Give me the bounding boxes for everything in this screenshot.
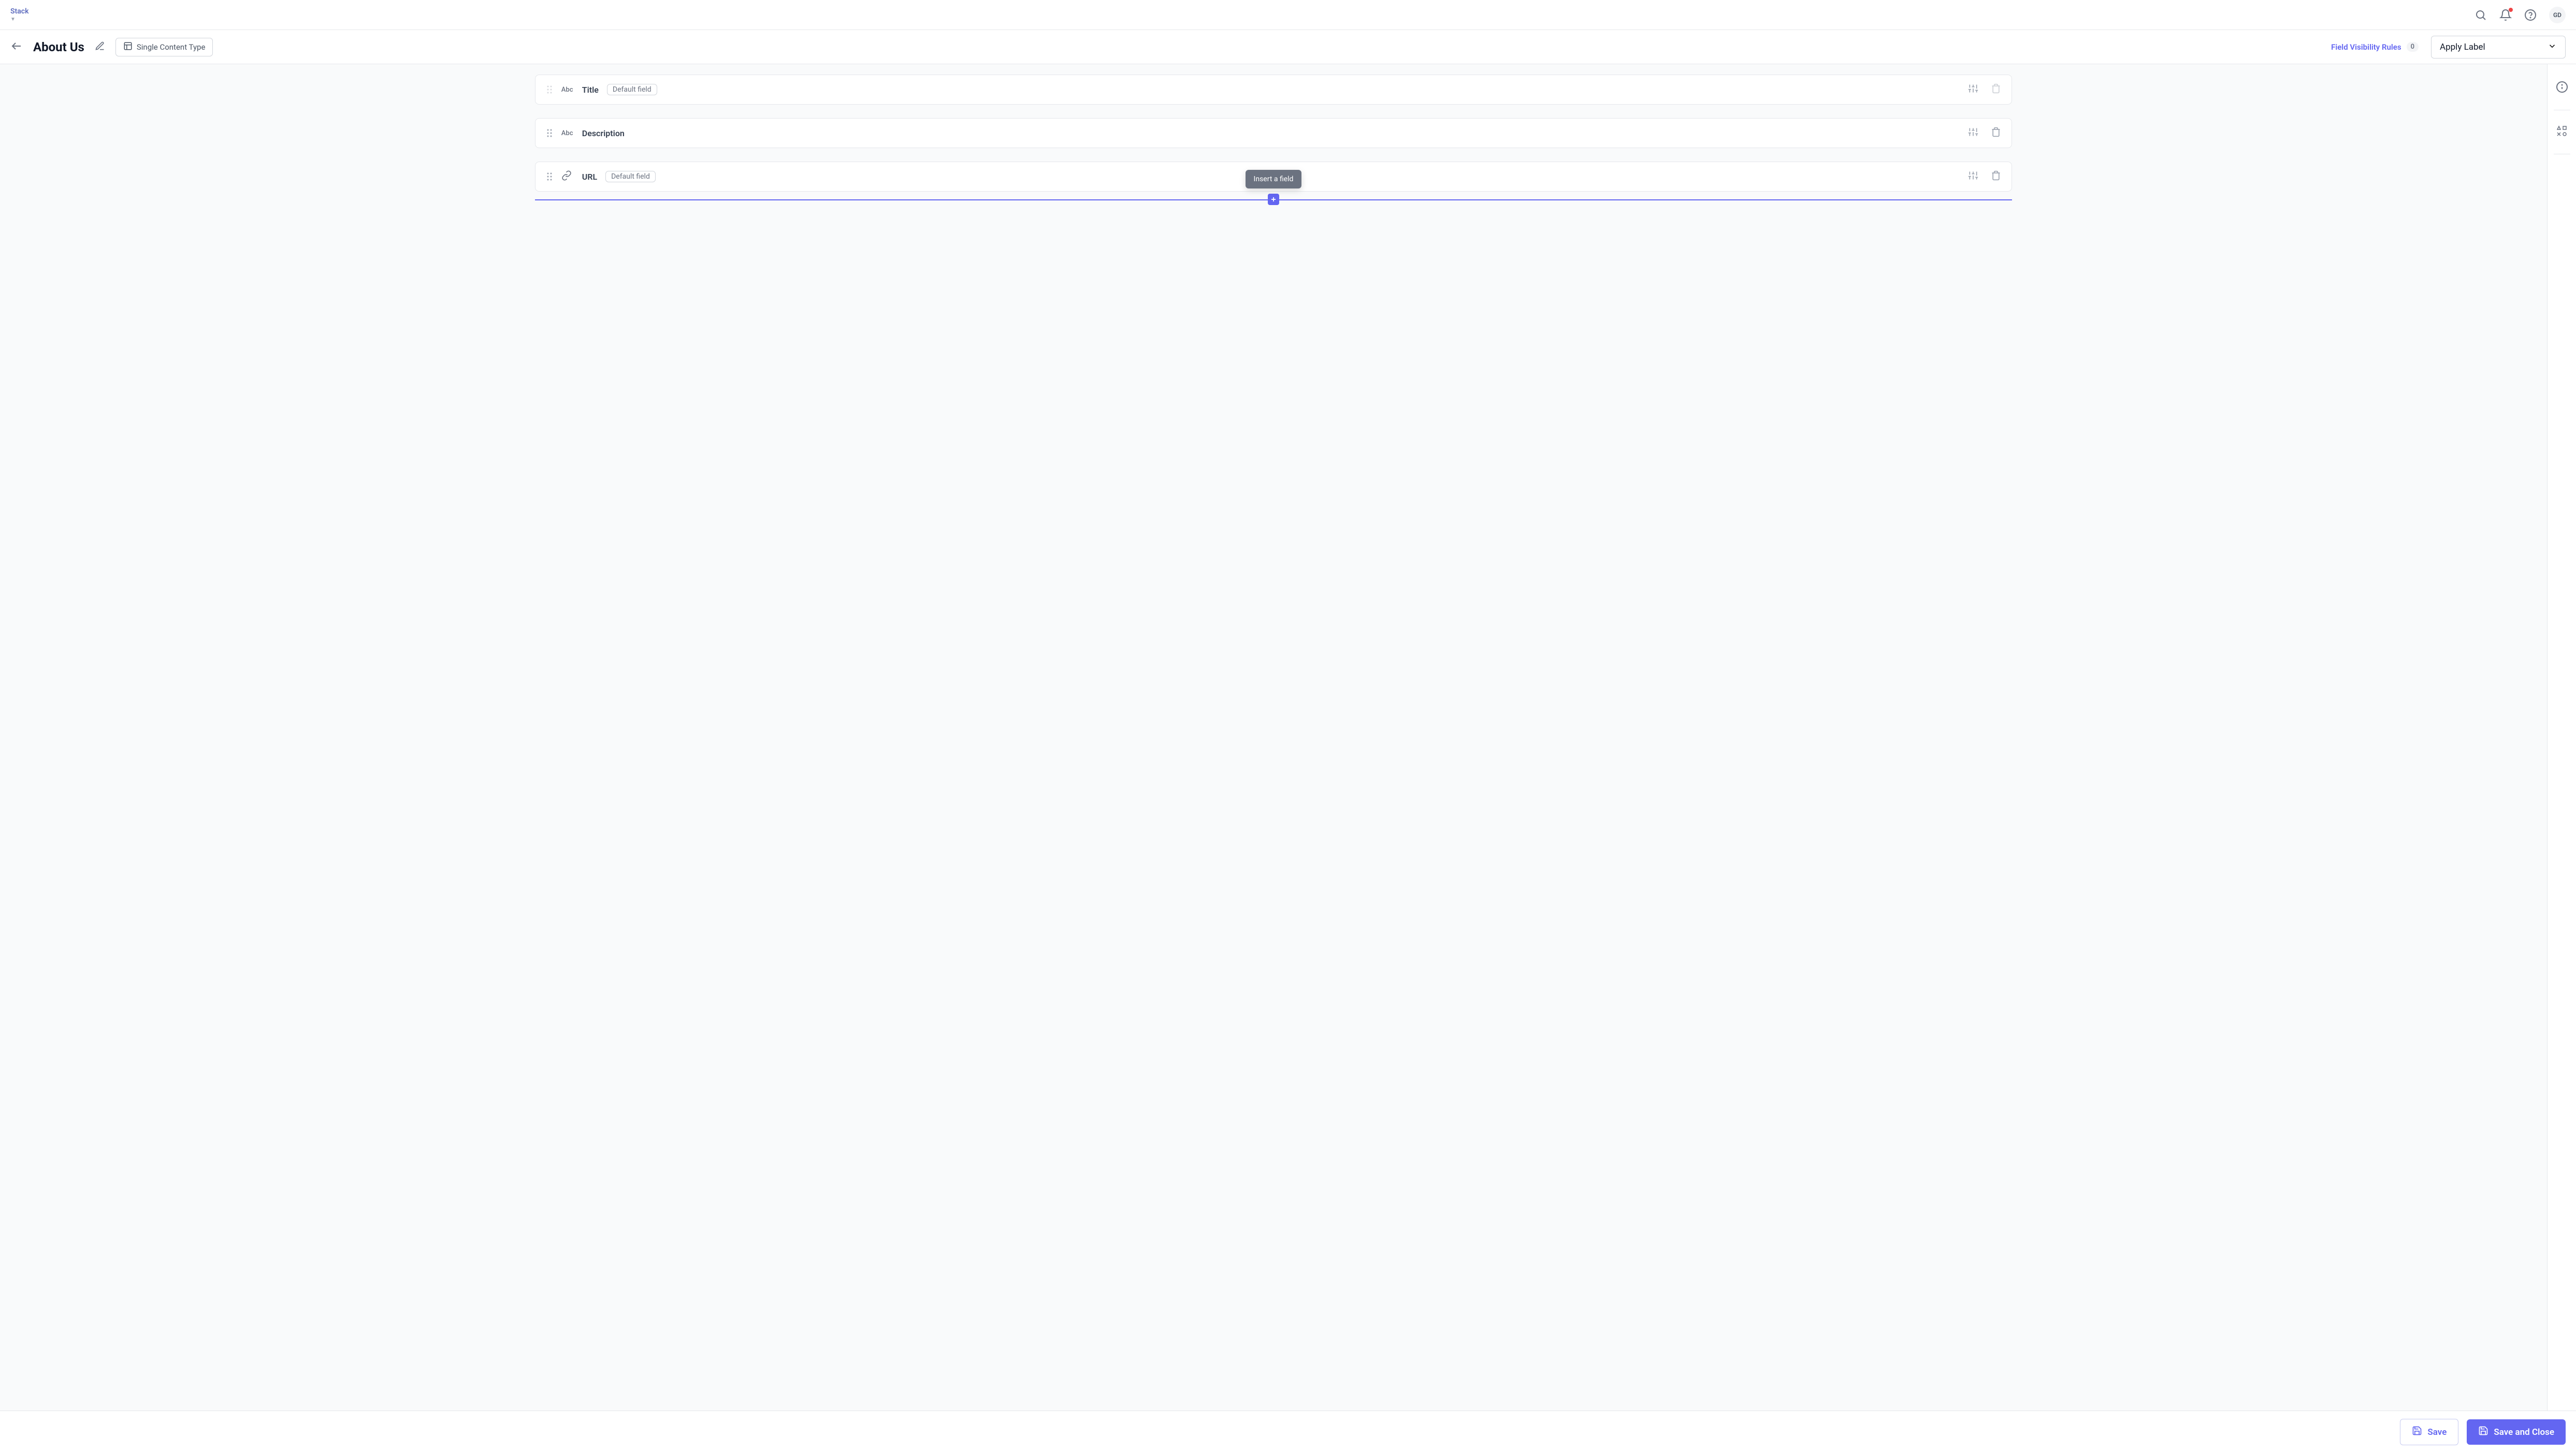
field-actions [1968,83,2001,96]
text-field-type-icon: Abc [561,129,574,137]
sub-header-left: About Us Single Content Type [10,38,213,56]
footer: Save Save and Close [0,1411,2576,1453]
delete-icon[interactable] [1991,170,2001,183]
drag-handle-icon[interactable] [546,128,553,138]
field-actions [1968,127,2001,139]
search-icon[interactable] [2474,9,2487,21]
content-type-label: Single Content Type [137,42,206,52]
save-button[interactable]: Save [2400,1419,2458,1445]
shapes-icon[interactable] [2552,121,2572,143]
insert-field-button[interactable] [1268,194,1279,205]
stack-label: Stack [10,7,28,16]
insert-field-section: Insert a field [535,194,2012,205]
save-and-close-button[interactable]: Save and Close [2467,1419,2566,1445]
settings-icon[interactable] [1968,127,1978,139]
field-name: Description [582,128,625,138]
drag-handle-icon[interactable] [546,171,553,182]
field-actions [1968,170,2001,183]
default-field-badge: Default field [607,84,657,95]
apply-label-text: Apply Label [2440,42,2485,52]
content-type-icon [123,41,133,53]
save-label: Save [2427,1427,2447,1437]
info-icon[interactable] [2552,77,2572,99]
back-arrow-icon[interactable] [10,40,23,54]
link-field-type-icon [561,170,574,183]
sub-header: About Us Single Content Type Field Visib… [0,30,2576,64]
caret-down-icon: ▼ [10,17,28,22]
top-header: Stack ▼ GD [0,0,2576,30]
settings-icon[interactable] [1968,83,1978,96]
insert-field-tooltip: Insert a field [1246,170,1302,188]
main-area: Abc Title Default field [0,64,2576,1411]
help-icon[interactable] [2524,9,2537,21]
text-field-type-icon: Abc [561,86,574,94]
top-header-actions: GD [2474,7,2566,23]
fields-container: Abc Title Default field [0,64,2547,1411]
sub-header-right: Field Visibility Rules 0 Apply Label [2331,36,2566,59]
visibility-rules-count: 0 [2407,42,2419,52]
edit-icon[interactable] [95,41,105,53]
field-name: URL [582,172,597,182]
delete-icon[interactable] [1991,127,2001,139]
field-visibility-rules-button[interactable]: Field Visibility Rules 0 [2331,42,2419,52]
page-title: About Us [33,40,84,54]
delete-icon [1991,83,2001,96]
field-row-title[interactable]: Abc Title Default field [535,75,2012,105]
right-rail [2547,64,2576,1411]
avatar-initials: GD [2553,11,2561,19]
field-row-description[interactable]: Abc Description [535,118,2012,148]
save-icon [2412,1426,2422,1439]
field-name: Title [582,85,599,95]
apply-label-dropdown[interactable]: Apply Label [2431,36,2566,59]
stack-dropdown[interactable]: Stack ▼ [10,7,28,22]
drag-handle-icon [546,84,553,95]
notification-icon[interactable] [2499,9,2512,21]
notification-dot [2509,8,2513,12]
settings-icon[interactable] [1968,170,1978,183]
content-type-badge: Single Content Type [115,38,213,56]
user-avatar[interactable]: GD [2549,7,2566,23]
visibility-rules-label: Field Visibility Rules [2331,42,2401,52]
save-close-label: Save and Close [2494,1427,2554,1437]
default-field-badge: Default field [605,171,656,182]
chevron-down-icon [2548,41,2557,53]
save-icon [2478,1426,2488,1439]
